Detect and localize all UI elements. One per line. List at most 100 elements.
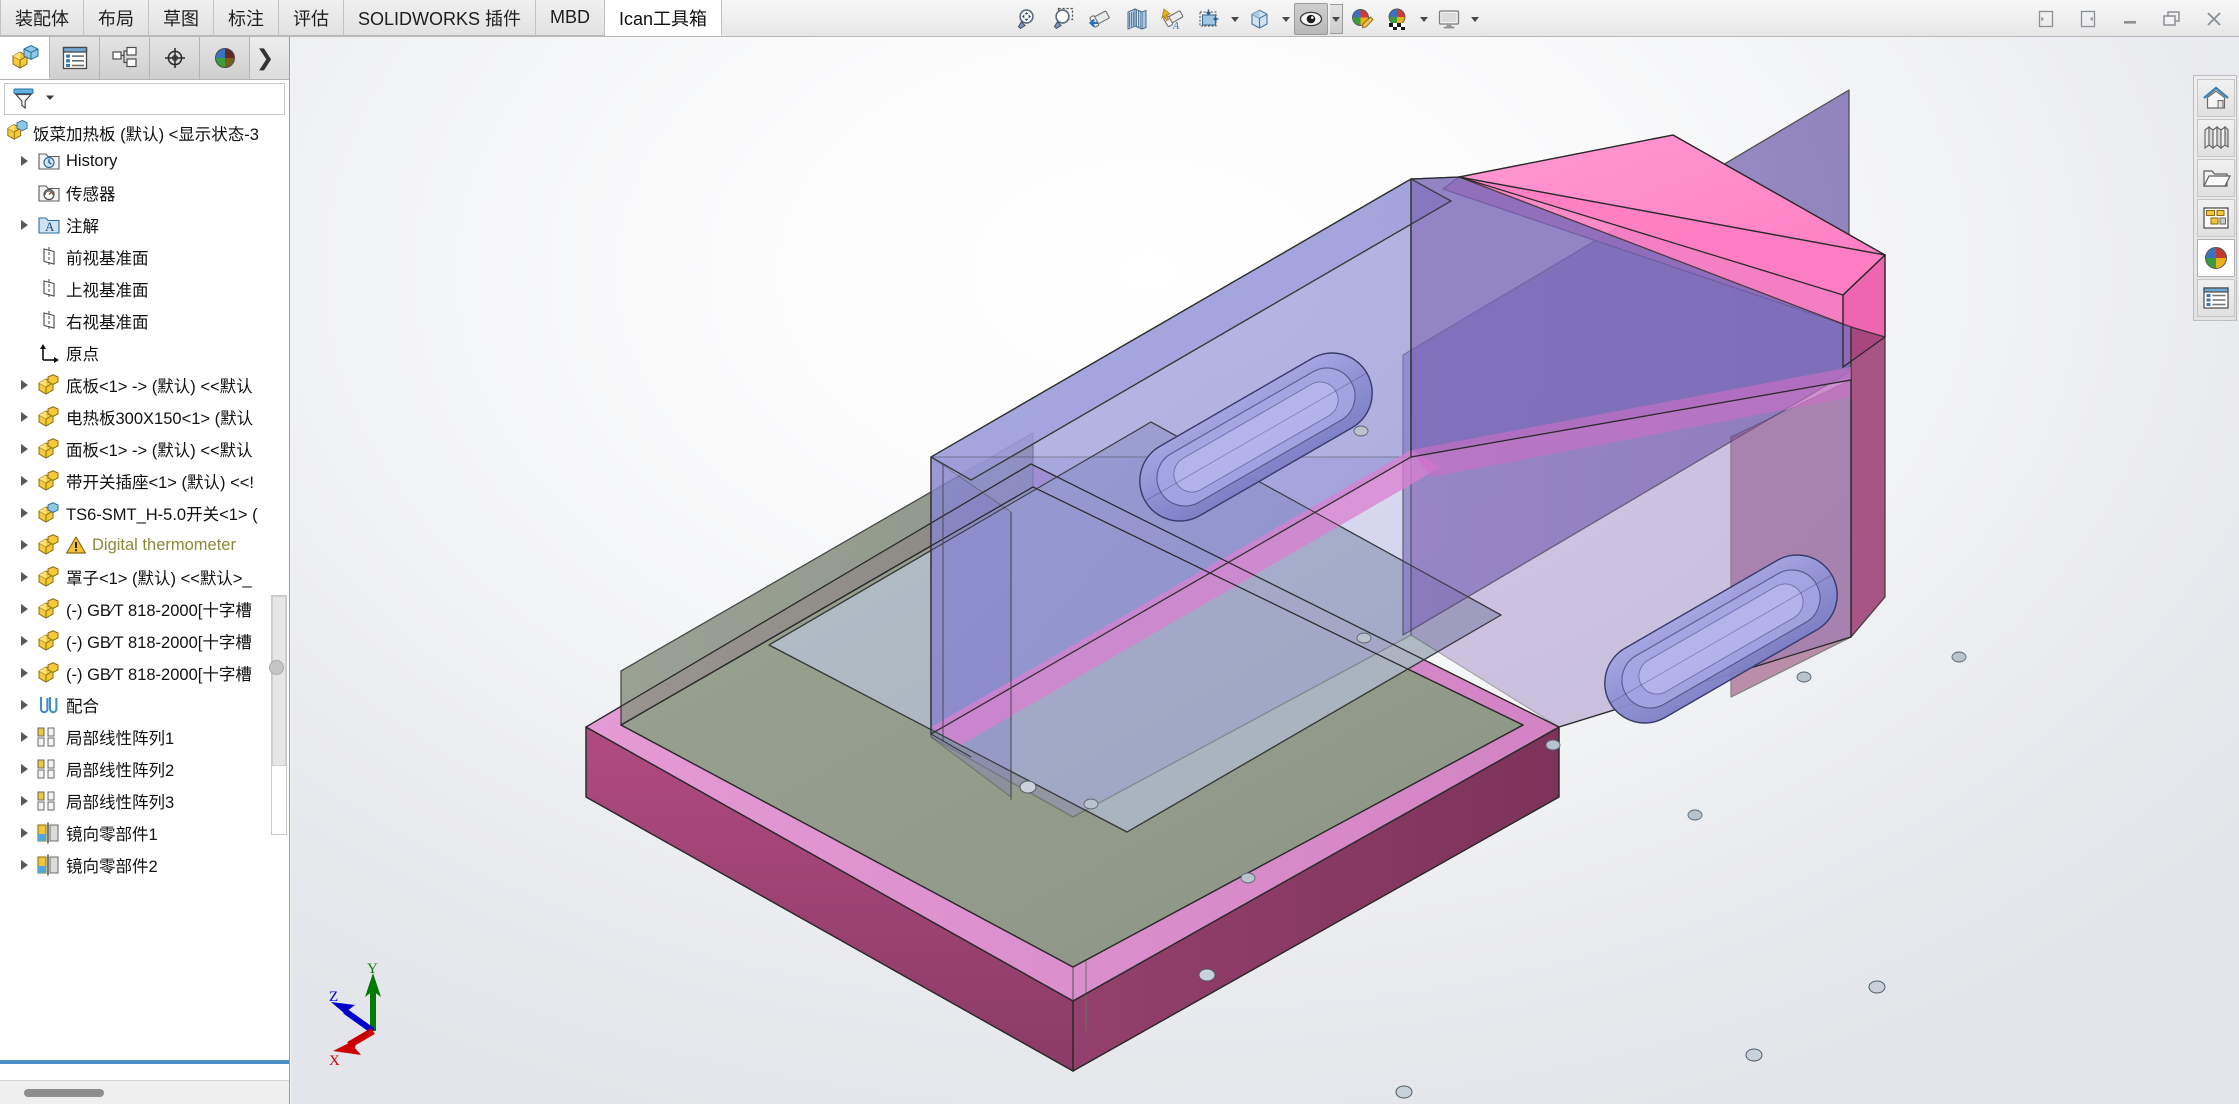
minimize-button[interactable]: [2111, 3, 2149, 35]
ribbon-tab-2[interactable]: 草图: [149, 0, 214, 36]
expand-arrow-icon[interactable]: [13, 604, 35, 614]
tree-item-3[interactable]: 前视基准面: [0, 241, 289, 273]
filter-dropdown-icon[interactable]: [44, 90, 56, 108]
hide-show-dropdown-icon[interactable]: [1279, 4, 1292, 34]
tree-item-13[interactable]: 罩子<1> (默认) <<默认>_: [0, 561, 289, 593]
tree-item-18[interactable]: 局部线性阵列1: [0, 721, 289, 753]
tree-item-19[interactable]: 局部线性阵列2: [0, 753, 289, 785]
zoom-to-fit-icon[interactable]: [1012, 3, 1046, 35]
tree-item-2[interactable]: A注解: [0, 209, 289, 241]
view-toolbar: A: [1012, 2, 1481, 36]
display-style-icon[interactable]: [1192, 3, 1226, 35]
tree-item-17[interactable]: 配合: [0, 689, 289, 721]
ribbon-tab-7[interactable]: Ican工具箱: [605, 0, 722, 36]
edit-appearance-dropdown-icon[interactable]: [1330, 4, 1343, 34]
panel-horizontal-scrollbar[interactable]: [0, 1080, 289, 1104]
property-list-icon: [61, 45, 89, 71]
ribbon-tab-4[interactable]: 评估: [279, 0, 344, 36]
configuration-manager-tab[interactable]: [100, 37, 150, 79]
display-style-dropdown-icon[interactable]: [1228, 4, 1241, 34]
maximize-button[interactable]: [2153, 3, 2191, 35]
expand-arrow-icon[interactable]: [13, 860, 35, 870]
view-settings-dropdown-icon[interactable]: [1417, 4, 1430, 34]
tree-item-0[interactable]: History: [0, 145, 289, 177]
solidworks-resources-button[interactable]: [2197, 79, 2235, 117]
graphics-viewport[interactable]: Y Z X: [291, 37, 2239, 1104]
expand-arrow-icon[interactable]: [13, 412, 35, 422]
expand-arrow-icon[interactable]: [13, 732, 35, 742]
tree-scroll-thumb[interactable]: [272, 596, 286, 766]
hide-show-items-icon[interactable]: [1243, 3, 1277, 35]
tree-item-9[interactable]: 面板<1> -> (默认) <<默认: [0, 433, 289, 465]
tree-item-20[interactable]: 局部线性阵列3: [0, 785, 289, 817]
ribbon-tab-5[interactable]: SOLIDWORKS 插件: [344, 0, 536, 36]
origin-icon: [35, 342, 63, 364]
expand-arrow-icon[interactable]: [13, 636, 35, 646]
tree-root-item[interactable]: 饭菜加热板 (默认) <显示状态-3: [0, 121, 289, 145]
view-orientation-icon[interactable]: A: [1156, 3, 1190, 35]
tree-item-7[interactable]: 底板<1> -> (默认) <<默认: [0, 369, 289, 401]
display-manager-tab[interactable]: [200, 37, 250, 79]
viewport-icon[interactable]: [1432, 3, 1466, 35]
tree-item-21[interactable]: 镜向零部件1: [0, 817, 289, 849]
expand-arrow-icon[interactable]: [13, 508, 35, 518]
svg-text:Z: Z: [329, 989, 338, 1005]
feature-manager-more-button[interactable]: ❯: [250, 37, 280, 79]
restore-left-icon[interactable]: [2027, 3, 2065, 35]
tree-item-12[interactable]: Digital thermometer: [0, 529, 289, 561]
tree-item-11[interactable]: TS6-SMT_H-5.0开关<1> (: [0, 497, 289, 529]
viewport-dropdown-icon[interactable]: [1468, 4, 1481, 34]
configuration-icon: [111, 45, 139, 71]
dimxpert-manager-tab[interactable]: [150, 37, 200, 79]
previous-view-icon[interactable]: [1084, 3, 1118, 35]
expand-arrow-icon[interactable]: [13, 540, 35, 550]
expand-arrow-icon[interactable]: [13, 668, 35, 678]
component-icon: [35, 374, 63, 396]
panel-hscroll-thumb[interactable]: [24, 1089, 104, 1097]
tree-item-22[interactable]: 镜向零部件2: [0, 849, 289, 881]
expand-arrow-icon[interactable]: [13, 444, 35, 454]
expand-arrow-icon[interactable]: [13, 828, 35, 838]
tree-item-label: (-) GB∕T 818-2000[十字槽: [63, 661, 252, 685]
tree-item-6[interactable]: 原点: [0, 337, 289, 369]
view-settings-icon[interactable]: [1381, 3, 1415, 35]
tree-scroll-knob[interactable]: [269, 660, 284, 675]
expand-arrow-icon[interactable]: [13, 156, 35, 166]
restore-right-icon[interactable]: [2069, 3, 2107, 35]
expand-arrow-icon[interactable]: [13, 220, 35, 230]
expand-arrow-icon[interactable]: [13, 700, 35, 710]
expand-arrow-icon[interactable]: [13, 764, 35, 774]
section-view-icon[interactable]: [1120, 3, 1154, 35]
expand-arrow-icon[interactable]: [13, 476, 35, 486]
tree-item-16[interactable]: (-) GB∕T 818-2000[十字槽: [0, 657, 289, 689]
close-button[interactable]: [2195, 3, 2233, 35]
feature-tree-tab[interactable]: [0, 37, 50, 79]
tree-item-1[interactable]: 传感器: [0, 177, 289, 209]
design-library-button[interactable]: [2197, 119, 2235, 157]
expand-arrow-icon[interactable]: [13, 796, 35, 806]
custom-properties-button[interactable]: [2197, 279, 2235, 317]
ribbon-tab-0[interactable]: 装配体: [0, 0, 84, 36]
tree-item-15[interactable]: (-) GB∕T 818-2000[十字槽: [0, 625, 289, 657]
view-palette-button[interactable]: [2197, 199, 2235, 237]
edit-appearance-icon[interactable]: [1294, 3, 1328, 35]
tree-vertical-scrollbar[interactable]: [271, 595, 287, 835]
expand-arrow-icon[interactable]: [13, 572, 35, 582]
tree-item-label: 局部线性阵列1: [63, 725, 174, 749]
expand-arrow-icon[interactable]: [13, 380, 35, 390]
appearances-scenes-button[interactable]: [2197, 239, 2235, 277]
tree-item-5[interactable]: 右视基准面: [0, 305, 289, 337]
ribbon-tab-6[interactable]: MBD: [536, 0, 605, 36]
ribbon-tab-3[interactable]: 标注: [214, 0, 279, 36]
ribbon-tabs: 装配体布局草图标注评估SOLIDWORKS 插件MBDIcan工具箱: [0, 0, 722, 37]
zoom-to-area-icon[interactable]: [1048, 3, 1082, 35]
property-manager-tab[interactable]: [50, 37, 100, 79]
filter-bar[interactable]: [4, 83, 285, 115]
tree-item-10[interactable]: 带开关插座<1> (默认) <<!: [0, 465, 289, 497]
file-explorer-button[interactable]: [2197, 159, 2235, 197]
tree-item-4[interactable]: 上视基准面: [0, 273, 289, 305]
ribbon-tab-1[interactable]: 布局: [84, 0, 149, 36]
tree-item-8[interactable]: 电热板300X150<1> (默认: [0, 401, 289, 433]
tree-item-14[interactable]: (-) GB∕T 818-2000[十字槽: [0, 593, 289, 625]
apply-scene-icon[interactable]: [1345, 3, 1379, 35]
